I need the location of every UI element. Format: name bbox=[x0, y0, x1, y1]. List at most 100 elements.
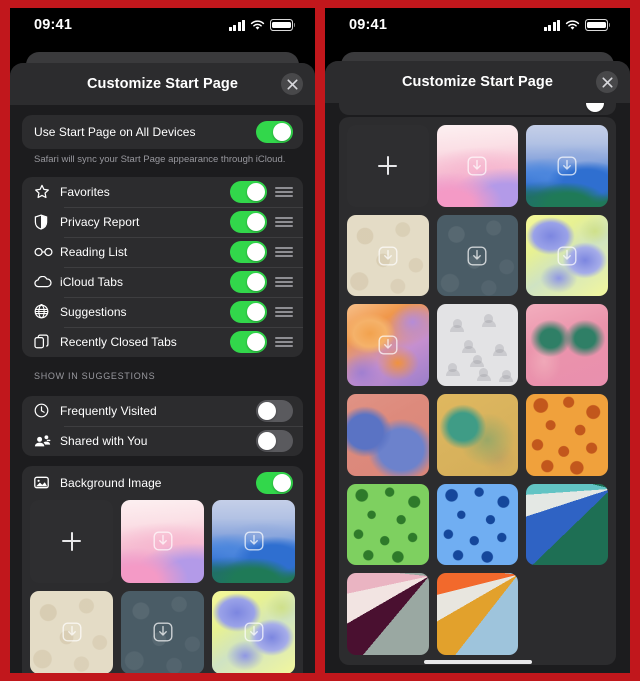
download-icon bbox=[378, 246, 398, 266]
background-image-group: Background Image bbox=[22, 465, 303, 673]
reorder-handle-icon[interactable] bbox=[275, 186, 293, 197]
beige-pattern-wallpaper[interactable] bbox=[30, 590, 113, 673]
mountain-wallpaper[interactable] bbox=[212, 499, 295, 583]
toggle-recently-closed-tabs[interactable] bbox=[230, 330, 267, 353]
toggle-favorites[interactable] bbox=[230, 180, 267, 203]
row-recently-closed-tabs[interactable]: Recently Closed Tabs bbox=[22, 326, 303, 357]
pink-dune-wallpaper[interactable] bbox=[121, 499, 204, 583]
battery-icon bbox=[270, 19, 296, 31]
sheet-body[interactable] bbox=[325, 103, 630, 673]
row-label: Privacy Report bbox=[60, 214, 140, 229]
toggle-use-start-page-all-devices[interactable] bbox=[256, 121, 293, 143]
plus-icon bbox=[62, 531, 81, 551]
butterfly-wallpaper[interactable] bbox=[526, 304, 608, 386]
download-icon bbox=[153, 531, 173, 551]
row-label: Reading List bbox=[60, 244, 128, 259]
reorder-handle-icon[interactable] bbox=[275, 246, 293, 257]
add-wallpaper-button[interactable] bbox=[30, 499, 113, 583]
row-shared-with-you[interactable]: Shared with You bbox=[22, 425, 303, 456]
glasses-icon bbox=[34, 247, 56, 257]
toggle-reading-list[interactable] bbox=[230, 240, 267, 263]
slate-pattern-wallpaper[interactable] bbox=[121, 590, 204, 673]
slate-pattern-wallpaper[interactable] bbox=[436, 214, 519, 297]
row-icloud-tabs[interactable]: iCloud Tabs bbox=[22, 266, 303, 297]
clock-icon bbox=[34, 403, 56, 418]
row-label: Background Image bbox=[60, 475, 162, 490]
download-icon bbox=[557, 246, 577, 266]
status-bar-time: 09:41 bbox=[34, 17, 73, 33]
download-icon bbox=[62, 622, 82, 642]
start-page-sections-group: Favorites Privacy Report Reading List iClou… bbox=[22, 176, 303, 357]
reorder-handle-icon[interactable] bbox=[275, 306, 293, 317]
star-icon bbox=[34, 184, 56, 200]
pink-dune-wallpaper[interactable] bbox=[436, 125, 519, 207]
orange-purple-wallpaper[interactable] bbox=[347, 304, 429, 386]
reorder-handle-icon[interactable] bbox=[275, 216, 293, 227]
toggle-frequently-visited[interactable] bbox=[256, 399, 293, 422]
lime-blue-wallpaper[interactable] bbox=[212, 590, 295, 673]
parrot-wallpaper[interactable] bbox=[436, 394, 519, 476]
wallpaper-grid bbox=[22, 499, 303, 673]
people-pattern bbox=[437, 304, 519, 386]
close-icon[interactable] bbox=[281, 73, 303, 95]
wallpaper-group bbox=[339, 117, 616, 666]
status-bar: 09:41 bbox=[10, 8, 315, 42]
reorder-handle-icon[interactable] bbox=[275, 336, 293, 347]
add-wallpaper-button[interactable] bbox=[347, 125, 429, 207]
cloud-icon bbox=[34, 275, 56, 288]
sync-footnote: Safari will sync your Start Page appeara… bbox=[34, 154, 286, 165]
orange-fan-wallpaper[interactable] bbox=[436, 573, 519, 656]
row-use-start-page-all-devices[interactable]: Use Start Page on All Devices bbox=[22, 115, 303, 149]
toggle-privacy-report[interactable] bbox=[230, 210, 267, 233]
right-phone-panel: 09:41 Customize Start Page bbox=[325, 8, 630, 673]
row-reading-list[interactable]: Reading List bbox=[22, 236, 303, 267]
close-icon[interactable] bbox=[596, 71, 618, 93]
row-background-image[interactable]: Background Image bbox=[22, 466, 303, 500]
beige-pattern-wallpaper[interactable] bbox=[347, 214, 429, 297]
row-favorites[interactable]: Favorites bbox=[22, 177, 303, 207]
lime-blue-wallpaper[interactable] bbox=[526, 214, 608, 297]
toggle-icloud-tabs[interactable] bbox=[230, 270, 267, 293]
row-label: Suggestions bbox=[60, 304, 127, 319]
scrolled-row-sliver bbox=[339, 103, 616, 115]
row-frequently-visited[interactable]: Frequently Visited bbox=[22, 396, 303, 426]
green-dots-wallpaper[interactable] bbox=[347, 483, 429, 566]
row-label: Shared with You bbox=[60, 433, 148, 448]
signal-bars-icon bbox=[543, 19, 560, 31]
home-indicator bbox=[423, 659, 532, 664]
download-icon bbox=[467, 156, 487, 176]
download-icon bbox=[153, 622, 173, 642]
sheet-body: Use Start Page on All Devices Safari wil… bbox=[10, 105, 315, 673]
reorder-handle-icon[interactable] bbox=[275, 276, 293, 287]
wifi-icon bbox=[250, 19, 265, 31]
status-bar-time: 09:41 bbox=[349, 17, 388, 33]
show-in-suggestions-caption: Show in Suggestions bbox=[34, 370, 156, 381]
mountain-wallpaper[interactable] bbox=[526, 125, 608, 207]
row-label: Favorites bbox=[60, 184, 110, 199]
blue-fan-wallpaper[interactable] bbox=[526, 483, 608, 566]
page-title: Customize Start Page bbox=[401, 74, 554, 90]
globe-icon bbox=[34, 304, 56, 319]
row-label: Recently Closed Tabs bbox=[60, 334, 177, 349]
download-icon bbox=[557, 156, 577, 176]
tabs-icon bbox=[34, 334, 56, 349]
bear-wallpaper[interactable] bbox=[347, 394, 429, 476]
toggle-suggestions[interactable] bbox=[230, 300, 267, 323]
page-title: Customize Start Page bbox=[86, 76, 239, 92]
toggle-shared-with-you[interactable] bbox=[256, 429, 293, 452]
photo-icon bbox=[34, 476, 56, 489]
people-icon bbox=[34, 434, 56, 447]
grey-people-wallpaper[interactable] bbox=[436, 304, 519, 387]
orange-dots-wallpaper[interactable] bbox=[526, 394, 608, 476]
row-suggestions[interactable]: Suggestions bbox=[22, 296, 303, 327]
signal-bars-icon bbox=[228, 19, 245, 31]
blue-dots-wallpaper[interactable] bbox=[436, 483, 519, 566]
pink-fan-wallpaper[interactable] bbox=[347, 573, 429, 656]
row-privacy-report[interactable]: Privacy Report bbox=[22, 206, 303, 237]
sheet-header: Customize Start Page bbox=[10, 63, 315, 105]
toggle-background-image[interactable] bbox=[256, 471, 293, 494]
download-icon bbox=[378, 335, 398, 355]
status-bar-indicators bbox=[228, 19, 296, 31]
row-label: Use Start Page on All Devices bbox=[34, 125, 196, 139]
download-icon bbox=[244, 531, 264, 551]
